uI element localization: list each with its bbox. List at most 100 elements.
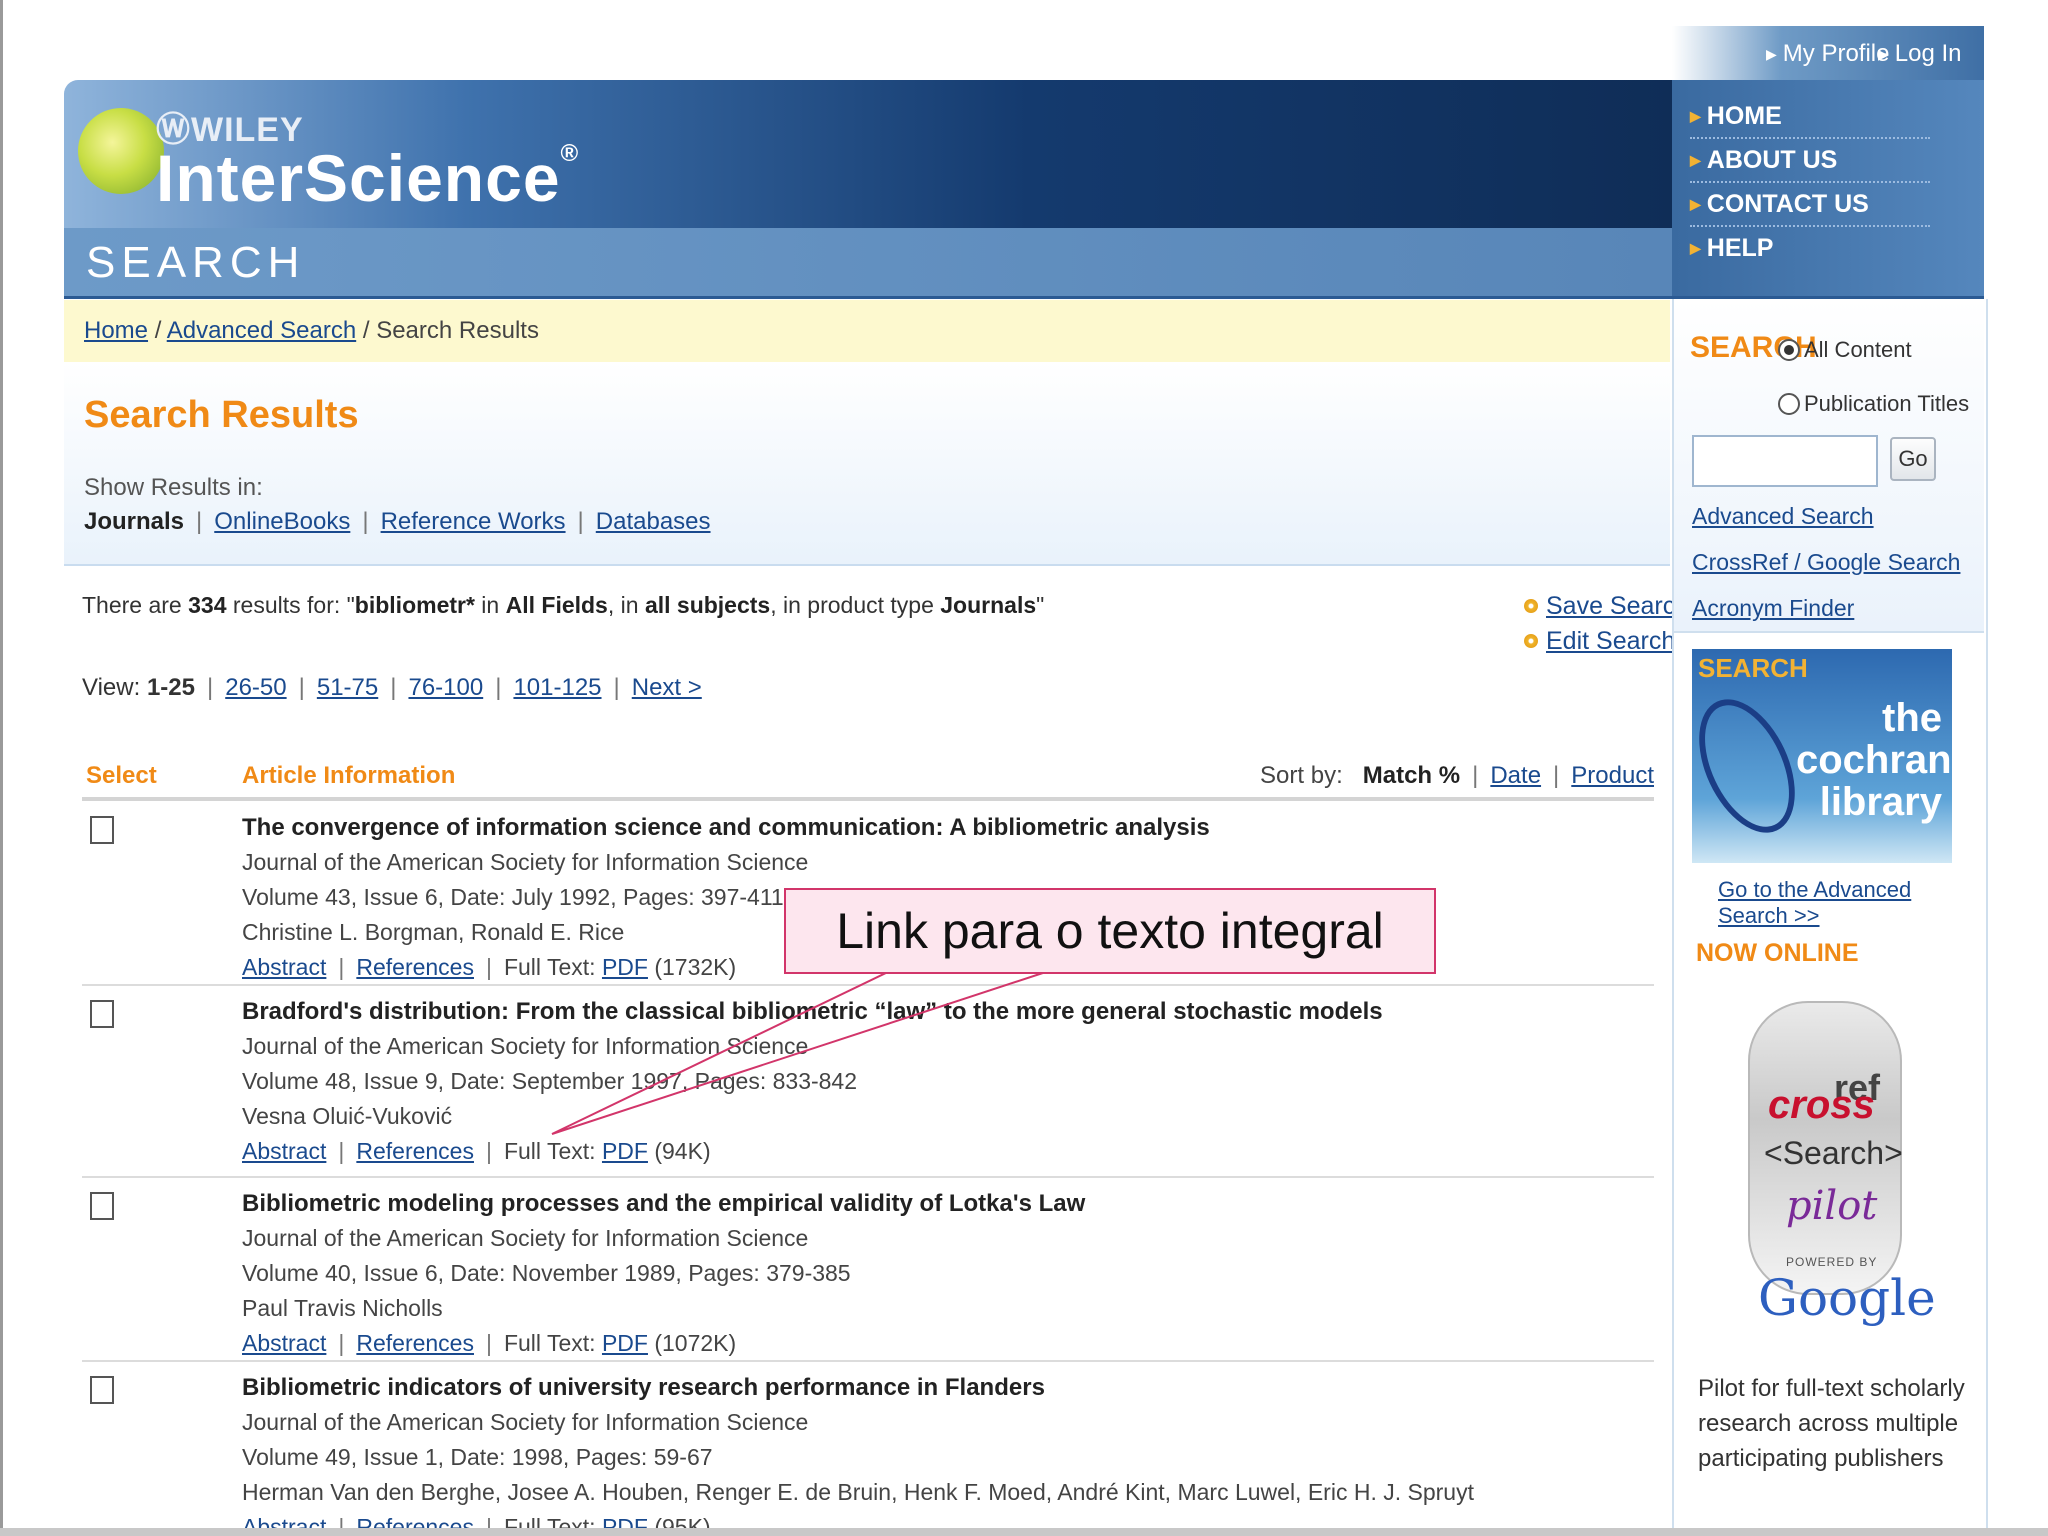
select-checkbox[interactable]	[90, 816, 114, 844]
right-sidebar: SEARCH All Content Publication Titles Go…	[1672, 299, 1988, 1528]
save-search-link[interactable]: Save Search	[1546, 592, 1689, 620]
select-checkbox[interactable]	[90, 1376, 114, 1404]
triangle-right-icon: ▶	[1690, 108, 1701, 124]
sort-controls: Sort by: Match % | Date | Product	[1260, 762, 1654, 789]
radio-all-content[interactable]	[1778, 339, 1800, 361]
triangle-right-icon: ▶	[1690, 240, 1701, 256]
references-link[interactable]: References	[356, 1330, 474, 1356]
pdf-link[interactable]: PDF	[602, 1514, 648, 1528]
article-authors: Herman Van den Berghe, Josee A. Houben, …	[242, 1479, 1474, 1505]
bullet-icon	[1524, 634, 1538, 648]
select-checkbox[interactable]	[90, 1000, 114, 1028]
section-title-bar: SEARCH	[64, 228, 1672, 299]
main-nav: ▶ HOME ▶ ABOUT US ▶ CONTACT US ▶ HELP	[1672, 80, 1984, 299]
crossref-pilot-description: Pilot for full-text scholarly research a…	[1698, 1375, 1965, 1472]
sort-product-link[interactable]: Product	[1571, 762, 1654, 789]
edit-search-link[interactable]: Edit Search	[1546, 627, 1675, 655]
go-button[interactable]: Go	[1890, 437, 1936, 481]
pdf-link[interactable]: PDF	[602, 1330, 648, 1356]
radio-publication-titles[interactable]	[1778, 393, 1800, 415]
triangle-right-icon: ▶	[1878, 46, 1889, 62]
article-authors: Paul Travis Nicholls	[242, 1295, 443, 1321]
triangle-right-icon: ▶	[1690, 152, 1701, 168]
nav-about-us[interactable]: ▶ ABOUT US	[1690, 146, 1930, 183]
pagination-page-link[interactable]: 26-50	[225, 674, 286, 701]
triangle-right-icon: ▶	[1766, 46, 1777, 62]
interscience-logo[interactable]: InterScience®	[156, 140, 579, 216]
select-checkbox[interactable]	[90, 1192, 114, 1220]
cochrane-wordmark: the cochrane library	[1796, 696, 1952, 824]
abstract-link[interactable]: Abstract	[242, 1330, 326, 1356]
sort-current: Match %	[1362, 762, 1461, 789]
pagination-page-link[interactable]: 101-125	[513, 674, 601, 701]
now-online-heading: NOW ONLINE	[1696, 939, 1859, 967]
article-volume: Volume 48, Issue 9, Date: September 1997…	[242, 1068, 858, 1094]
slide-frame-left	[0, 0, 3, 1536]
pagination-next-link[interactable]: Next >	[632, 674, 702, 701]
column-article-information: Article Information	[242, 762, 456, 789]
abstract-link[interactable]: Abstract	[242, 1514, 326, 1528]
filter-onlinebooks-link[interactable]: OnlineBooks	[214, 508, 350, 535]
table-header-rule	[82, 797, 1654, 801]
breadcrumb: Home / Advanced Search / Search Results	[64, 300, 1670, 363]
nav-help[interactable]: ▶ HELP	[1690, 234, 1930, 269]
pdf-link[interactable]: PDF	[602, 954, 648, 980]
pagination-page-link[interactable]: 76-100	[408, 674, 483, 701]
results-summary: There are 334 results for: "bibliometr* …	[82, 592, 1045, 618]
bullet-icon	[1524, 599, 1538, 613]
acronym-finder-link[interactable]: Acronym Finder	[1692, 595, 1854, 622]
nav-home[interactable]: ▶ HOME	[1690, 102, 1930, 139]
section-title: SEARCH	[86, 238, 306, 287]
references-link[interactable]: References	[356, 1138, 474, 1164]
breadcrumb-current: Search Results	[376, 317, 539, 344]
pagination: View: 1-25 | 26-50 | 51-75 | 76-100 | 101-125 | Ne…	[82, 674, 702, 701]
sort-date-link[interactable]: Date	[1490, 762, 1541, 789]
article-volume: Volume 40, Issue 6, Date: November 1989,…	[242, 1260, 851, 1286]
edit-search-action[interactable]: Edit Search	[1524, 627, 1689, 656]
pagination-page-link[interactable]: 51-75	[317, 674, 378, 701]
log-in-link[interactable]: ▶ Log In	[1878, 40, 1962, 68]
search-actions: Save Search Edit Search	[1524, 592, 1689, 656]
crossref-search-logo[interactable]: ref cross <Search> pilot POWERED BY Goog…	[1748, 1001, 1936, 1327]
my-profile-link[interactable]: ▶ My Profile	[1766, 40, 1889, 68]
pdf-link[interactable]: PDF	[602, 1138, 648, 1164]
cochrane-advanced-search-link[interactable]: Go to the Advanced Search >>	[1718, 877, 1986, 929]
article-authors: Vesna Oluić-Vuković	[242, 1103, 453, 1129]
crossref-google-search-link[interactable]: CrossRef / Google Search	[1692, 549, 1960, 576]
article-title: The convergence of information science a…	[242, 814, 1210, 841]
cochrane-library-banner[interactable]: SEARCH the cochrane library	[1692, 649, 1952, 863]
breadcrumb-advanced-search-link[interactable]: Advanced Search	[167, 317, 356, 344]
quick-search-input[interactable]	[1692, 435, 1878, 487]
article-title: Bibliometric indicators of university re…	[242, 1374, 1045, 1401]
results-header: Search Results Show Results in: Journals…	[64, 362, 1670, 566]
result-row: Bibliometric indicators of university re…	[82, 1362, 1654, 1528]
references-link[interactable]: References	[356, 954, 474, 980]
advanced-search-link[interactable]: Advanced Search	[1692, 503, 1874, 530]
header-banner: ⓌWILEY InterScience®	[64, 80, 1672, 228]
pagination-current: 1-25	[146, 674, 195, 701]
filter-reference-works-link[interactable]: Reference Works	[381, 508, 566, 535]
nav-contact-us[interactable]: ▶ CONTACT US	[1690, 190, 1930, 227]
breadcrumb-home-link[interactable]: Home	[84, 317, 148, 344]
page-title: Search Results	[84, 394, 359, 436]
radio-publication-titles-label: Publication Titles	[1804, 391, 1970, 416]
show-results-label: Show Results in:	[84, 474, 263, 501]
abstract-link[interactable]: Abstract	[242, 954, 326, 980]
article-journal: Journal of the American Society for Info…	[242, 1225, 809, 1251]
result-row: Bradford's distribution: From the classi…	[82, 986, 1654, 1178]
article-title: Bradford's distribution: From the classi…	[242, 998, 1383, 1025]
slide-frame-bottom	[0, 1528, 2048, 1536]
save-search-action[interactable]: Save Search	[1524, 592, 1689, 621]
abstract-link[interactable]: Abstract	[242, 1138, 326, 1164]
article-journal: Journal of the American Society for Info…	[242, 1033, 809, 1059]
article-journal: Journal of the American Society for Info…	[242, 849, 809, 875]
article-journal: Journal of the American Society for Info…	[242, 1409, 809, 1435]
article-title: Bibliometric modeling processes and the …	[242, 1190, 1086, 1217]
filter-databases-link[interactable]: Databases	[596, 508, 711, 535]
references-link[interactable]: References	[356, 1514, 474, 1528]
results-table-header: Select Article Information Sort by: Matc…	[82, 760, 1654, 796]
column-select: Select	[86, 762, 157, 789]
top-account-bar: ▶ My Profile ▶ Log In	[1672, 26, 1984, 80]
filter-journals-current: Journals	[84, 508, 185, 535]
article-volume: Volume 49, Issue 1, Date: 1998, Pages: 5…	[242, 1444, 713, 1470]
